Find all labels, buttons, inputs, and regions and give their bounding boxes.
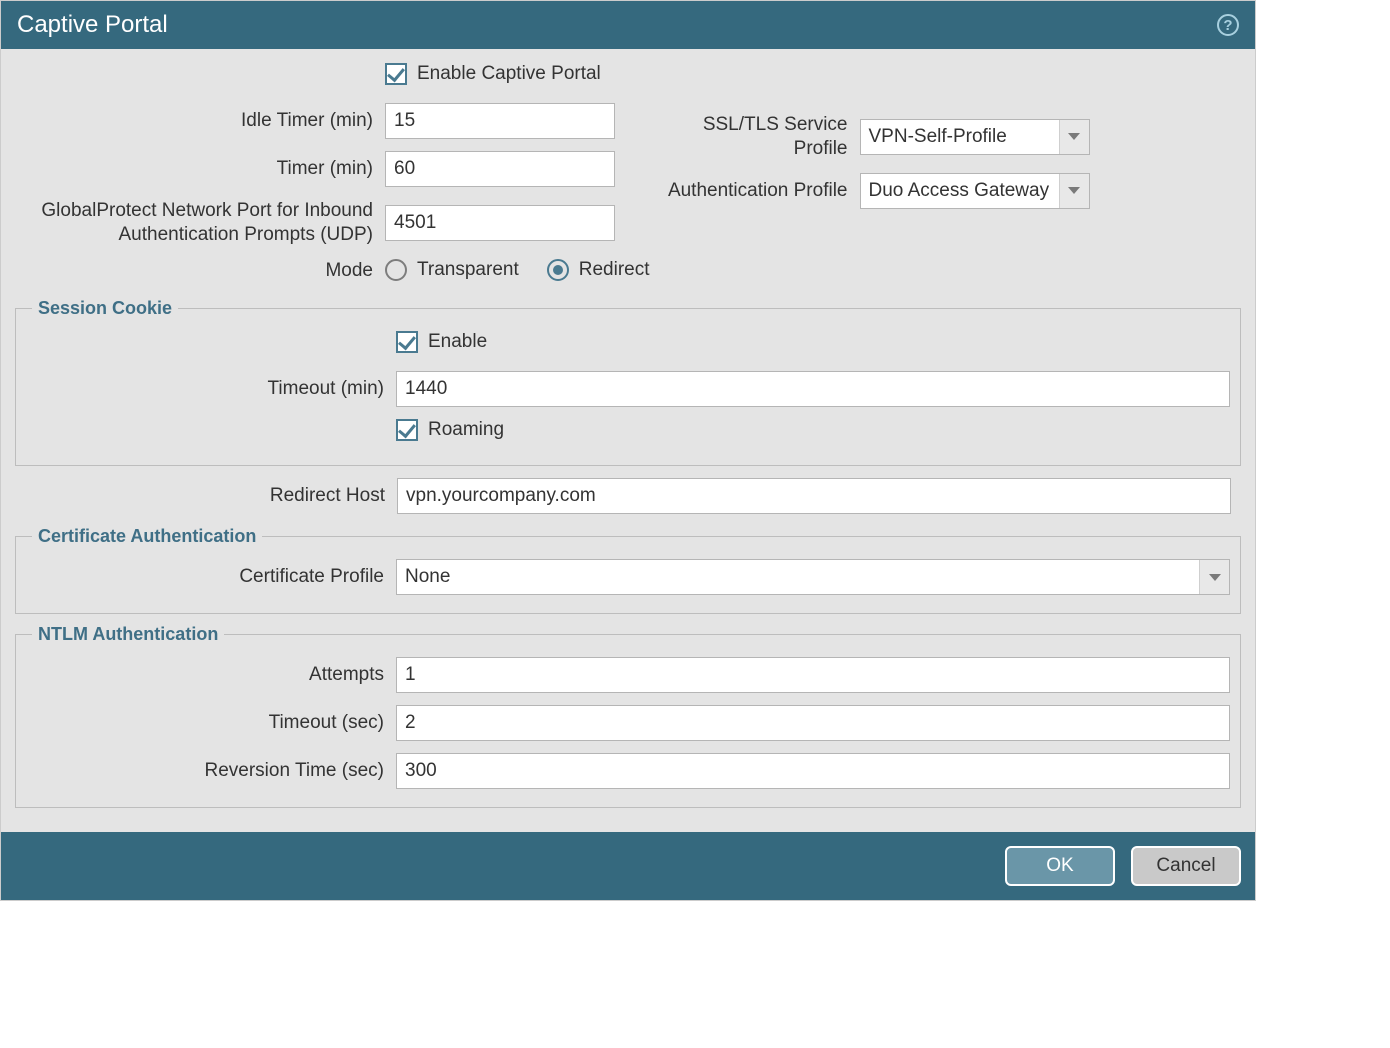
session-enable-checkbox[interactable]: Enable [396, 331, 487, 353]
mode-label: Mode [15, 259, 385, 283]
ntlm-auth-fieldset: NTLM Authentication Attempts Timeout (se… [15, 624, 1241, 808]
ntlm-reversion-input[interactable] [396, 753, 1230, 789]
dialog-footer: OK Cancel [1, 832, 1255, 900]
session-cookie-legend: Session Cookie [32, 298, 178, 319]
enable-captive-portal-checkbox[interactable]: Enable Captive Portal [385, 63, 601, 85]
ntlm-timeout-input[interactable] [396, 705, 1230, 741]
radio-icon [547, 259, 569, 281]
dialog-body: Enable Captive Portal Idle Timer (min) T… [1, 49, 1255, 832]
cert-profile-label: Certificate Profile [26, 566, 396, 588]
session-timeout-input[interactable] [396, 371, 1230, 407]
idle-timer-label: Idle Timer (min) [15, 109, 385, 133]
dialog-title: Captive Portal [17, 11, 168, 39]
roaming-label: Roaming [428, 419, 504, 441]
timer-label: Timer (min) [15, 157, 385, 181]
ntlm-timeout-label: Timeout (sec) [26, 712, 396, 734]
cert-auth-fieldset: Certificate Authentication Certificate P… [15, 526, 1241, 614]
cert-profile-value: None [405, 566, 450, 588]
radio-icon [385, 259, 407, 281]
gp-port-input[interactable] [385, 205, 615, 241]
chevron-down-icon [1199, 560, 1229, 594]
cancel-button[interactable]: Cancel [1131, 846, 1241, 886]
roaming-checkbox[interactable]: Roaming [396, 419, 504, 441]
enable-captive-portal-label: Enable Captive Portal [417, 63, 601, 85]
redirect-host-input[interactable] [397, 478, 1231, 514]
ntlm-auth-legend: NTLM Authentication [32, 624, 224, 645]
session-timeout-label: Timeout (min) [26, 378, 396, 400]
checkbox-icon [385, 63, 407, 85]
cert-profile-select[interactable]: None [396, 559, 1230, 595]
ntlm-attempts-label: Attempts [26, 664, 396, 686]
ntlm-attempts-input[interactable] [396, 657, 1230, 693]
chevron-down-icon [1059, 120, 1089, 154]
ok-button[interactable]: OK [1005, 846, 1115, 886]
general-right-column: SSL/TLS Service Profile VPN-Self-Profile… [650, 63, 1242, 294]
auth-profile-value: Duo Access Gateway [869, 180, 1050, 202]
mode-transparent-radio[interactable]: Transparent [385, 259, 519, 281]
mode-transparent-label: Transparent [417, 259, 519, 281]
ssl-profile-value: VPN-Self-Profile [869, 126, 1007, 148]
session-cookie-fieldset: Session Cookie Enable Timeout (min) [15, 298, 1241, 466]
checkbox-icon [396, 331, 418, 353]
general-section: Enable Captive Portal Idle Timer (min) T… [15, 63, 1241, 294]
ssl-profile-label: SSL/TLS Service Profile [650, 113, 860, 161]
captive-portal-dialog: Captive Portal ? Enable Captive Portal I… [0, 0, 1256, 901]
mode-redirect-label: Redirect [579, 259, 650, 281]
redirect-host-label: Redirect Host [15, 484, 397, 508]
ntlm-reversion-label: Reversion Time (sec) [26, 760, 396, 782]
auth-profile-label: Authentication Profile [650, 179, 860, 203]
timer-input[interactable] [385, 151, 615, 187]
dialog-titlebar: Captive Portal ? [1, 1, 1255, 49]
help-icon[interactable]: ? [1217, 14, 1239, 36]
cert-auth-legend: Certificate Authentication [32, 526, 262, 547]
idle-timer-input[interactable] [385, 103, 615, 139]
general-left-column: Enable Captive Portal Idle Timer (min) T… [15, 63, 650, 294]
gp-port-label: GlobalProtect Network Port for Inbound A… [15, 199, 385, 247]
session-enable-label: Enable [428, 331, 487, 353]
auth-profile-select[interactable]: Duo Access Gateway [860, 173, 1090, 209]
chevron-down-icon [1059, 174, 1089, 208]
checkbox-icon [396, 419, 418, 441]
mode-redirect-radio[interactable]: Redirect [547, 259, 650, 281]
ssl-profile-select[interactable]: VPN-Self-Profile [860, 119, 1090, 155]
